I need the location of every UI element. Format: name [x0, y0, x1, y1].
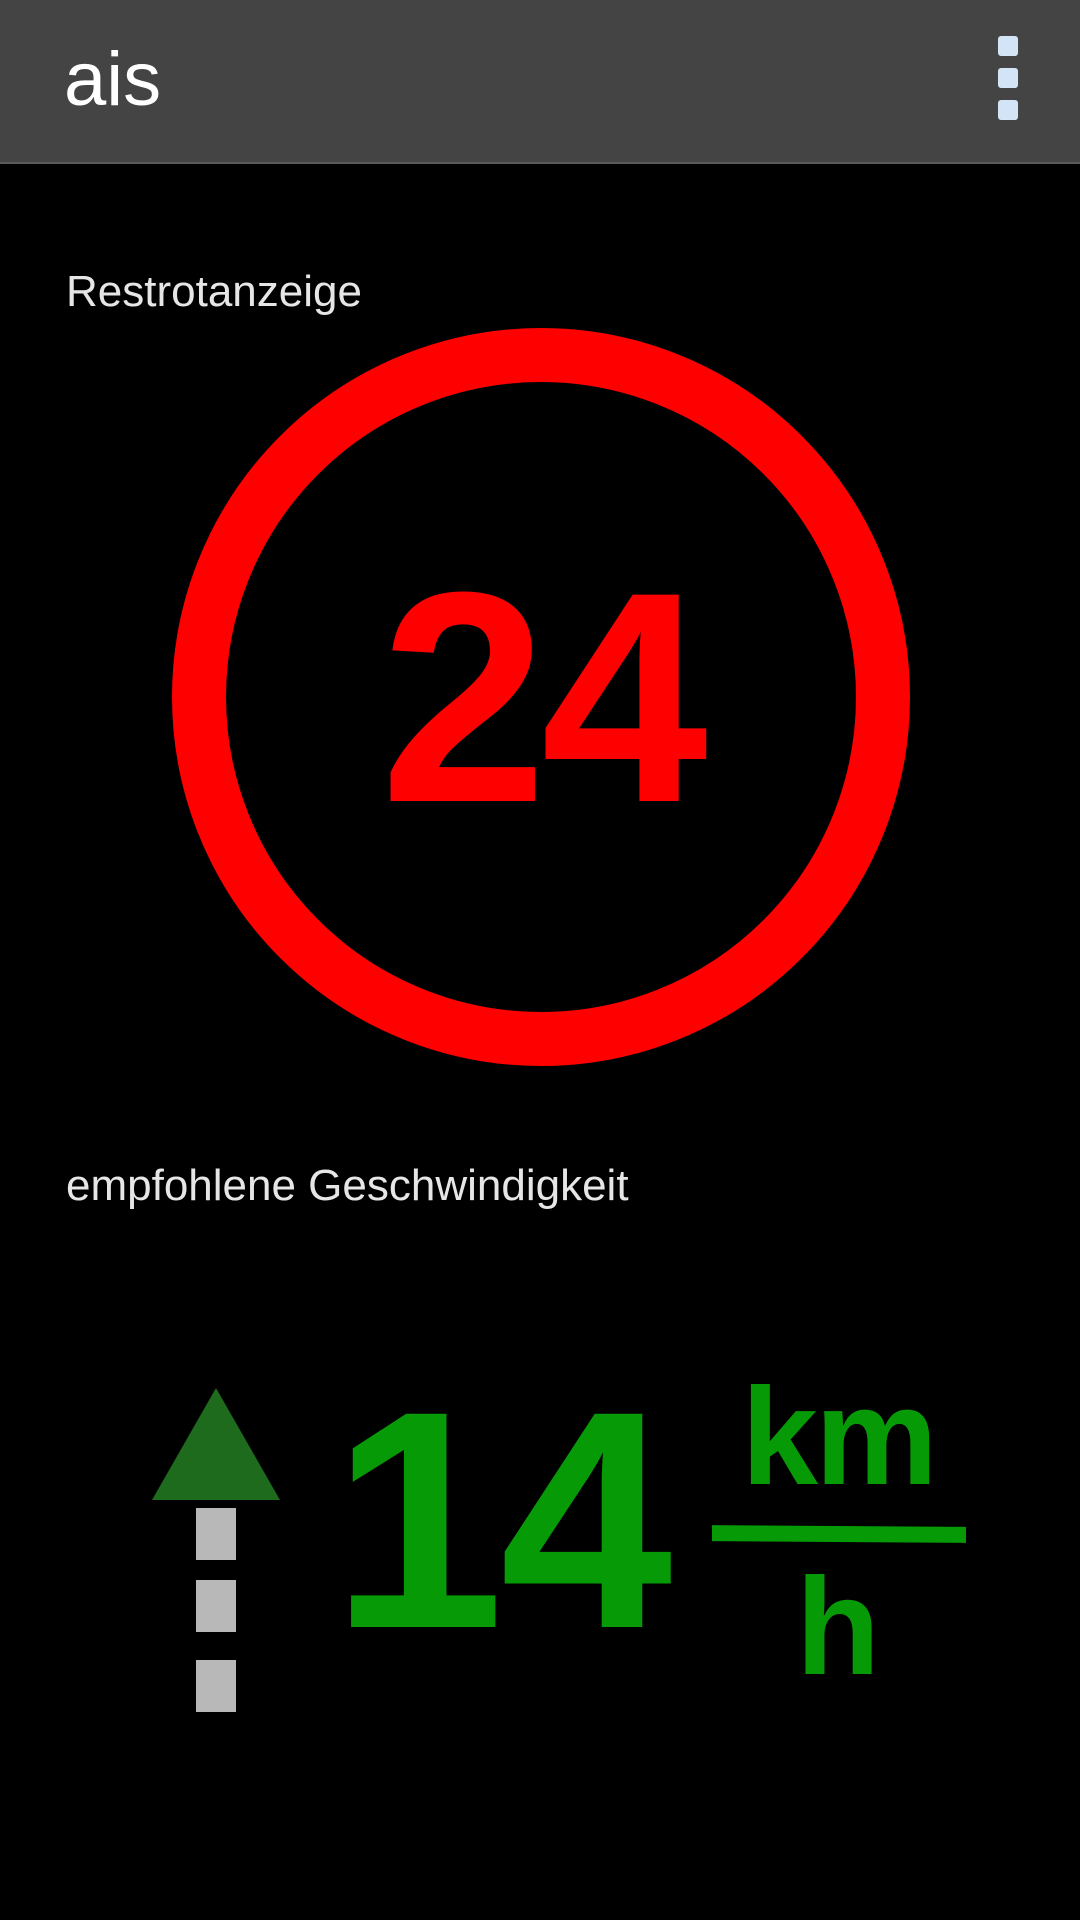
menu-dot	[998, 68, 1018, 88]
lane-mark	[196, 1660, 236, 1712]
straight-ahead-arrow-icon	[152, 1388, 280, 1712]
speed-recommendation-label: empfohlene Geschwindigkeit	[66, 1161, 629, 1210]
speed-unit-fraction-bar	[712, 1525, 966, 1543]
speed-unit-km: km	[741, 1360, 937, 1514]
action-bar: ais	[0, 0, 1080, 164]
speed-unit-h: h	[795, 1550, 881, 1704]
lane-mark	[196, 1580, 236, 1632]
arrow-head	[152, 1388, 280, 1500]
menu-dot	[998, 100, 1018, 120]
app-title: ais	[64, 37, 162, 122]
red-light-label: Restrotanzeige	[66, 267, 362, 316]
lane-mark	[196, 1508, 236, 1560]
menu-dot	[998, 36, 1018, 56]
overflow-menu-icon[interactable]	[984, 30, 1032, 126]
red-light-remaining-seconds: 24	[380, 529, 708, 865]
recommended-speed-value: 14	[331, 1346, 673, 1693]
